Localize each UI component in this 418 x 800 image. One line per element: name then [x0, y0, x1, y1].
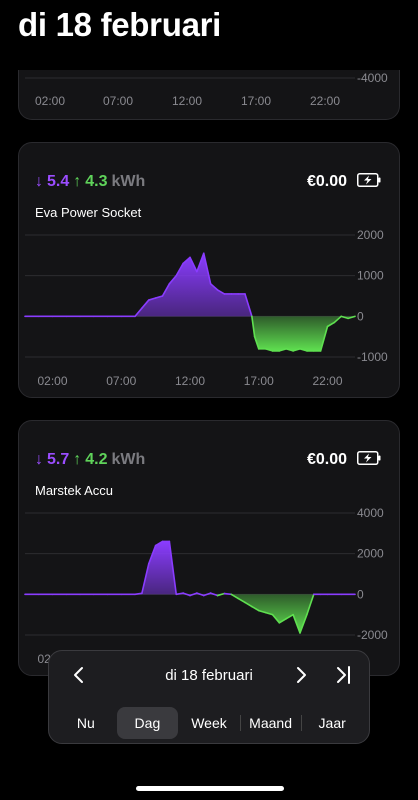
- selected-date[interactable]: di 18 februari: [49, 667, 369, 684]
- skip-to-end-icon[interactable]: [333, 665, 353, 685]
- export-area: [25, 594, 355, 633]
- x-tick-label: 07:00: [103, 94, 133, 108]
- x-tick-label: 02:00: [35, 94, 65, 108]
- period-now[interactable]: Nu: [55, 707, 117, 739]
- y-tick-label: -1000: [357, 350, 388, 364]
- import-area: [25, 541, 355, 595]
- y-tick-label: 2000: [357, 228, 384, 242]
- period-month[interactable]: Maand: [239, 707, 302, 739]
- y-tick-label: 4000: [357, 506, 384, 520]
- period-day[interactable]: Dag: [116, 707, 179, 739]
- power-chart: 400020000-200002:0007:0012:0017:0022:00: [24, 506, 388, 666]
- import-area: [25, 253, 355, 317]
- export-area: [25, 316, 355, 351]
- y-tick-label: 0: [357, 587, 364, 601]
- date-navigator: di 18 februari: [49, 651, 369, 699]
- x-tick-label: 12:00: [172, 94, 202, 108]
- x-tick-label: 07:00: [106, 374, 136, 388]
- top-partial-card[interactable]: -4000 02:00 07:00 12:00 17:00 22:00: [18, 70, 400, 120]
- x-tick-label: 02:00: [37, 374, 67, 388]
- chevron-right-icon[interactable]: [291, 665, 311, 685]
- period-week[interactable]: Week: [178, 707, 240, 739]
- y-tick-label: 1000: [357, 269, 384, 283]
- series-line-segment: [216, 592, 226, 597]
- period-selector: Nu Dag Week Maand Jaar: [55, 707, 363, 739]
- x-tick-label: 22:00: [310, 94, 340, 108]
- device-card-eva-power-socket[interactable]: ↓ 5.4 ↑ 4.3 kWh €0.00 Eva Power Socket 2…: [18, 142, 400, 398]
- y-tick-label: -2000: [357, 628, 388, 642]
- y-tick-label: 2000: [357, 547, 384, 561]
- page-title: di 18 februari: [18, 6, 222, 43]
- x-tick-label: 17:00: [244, 374, 274, 388]
- x-tick-label: 17:00: [241, 94, 271, 108]
- y-tick-label: 0: [357, 309, 364, 323]
- series-line-segment: [223, 592, 233, 596]
- x-tick-label: 12:00: [175, 374, 205, 388]
- power-chart: 2000 1000 0 -1000 02:00 07:00 12:00 17:00 22:00: [24, 228, 388, 388]
- period-year[interactable]: Jaar: [301, 707, 363, 739]
- top-partial-chart: -4000 02:00 07:00 12:00 17:00 22:00: [25, 71, 388, 108]
- y-tick-label: -4000: [357, 71, 388, 85]
- series-line-segment: [134, 592, 143, 596]
- device-card-marstek-accu[interactable]: ↓ 5.7 ↑ 4.2 kWh €0.00 Marstek Accu 4000 2…: [18, 420, 400, 676]
- home-indicator: [136, 786, 284, 791]
- date-navigation-panel: di 18 februari Nu Dag Week Maand Jaar: [48, 650, 370, 744]
- x-tick-label: 22:00: [312, 374, 342, 388]
